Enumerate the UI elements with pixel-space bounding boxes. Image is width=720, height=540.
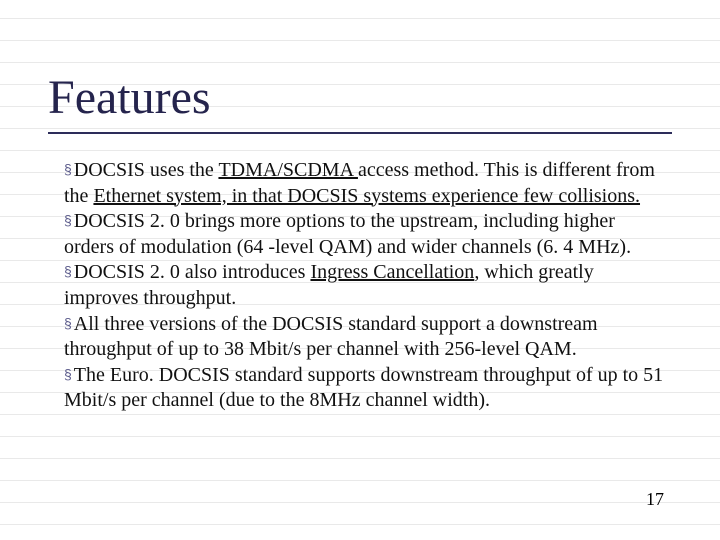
bullet-icon: § [64, 315, 72, 333]
bullet-1-link-b: Ethernet system, in that DOCSIS systems … [93, 185, 640, 207]
bullet-icon: § [64, 366, 72, 384]
bullet-icon: § [64, 263, 72, 281]
page-number: 17 [646, 489, 664, 510]
bullet-5-text: The Euro. DOCSIS standard supports downs… [64, 364, 663, 412]
bullet-1-text-a: DOCSIS uses the [74, 159, 219, 181]
slide-title: Features [48, 70, 211, 125]
bullet-1-link-a: TDMA/SCDMA [218, 159, 357, 181]
slide-body: §DOCSIS uses the TDMA/SCDMA access metho… [64, 158, 668, 414]
bullet-3-text-a: DOCSIS 2. 0 also introduces [74, 261, 311, 283]
title-underline [48, 132, 672, 134]
bullet-icon: § [64, 212, 72, 230]
bullet-icon: § [64, 161, 72, 179]
bullet-4-text: All three versions of the DOCSIS standar… [64, 313, 598, 361]
bullet-2-text: DOCSIS 2. 0 brings more options to the u… [64, 210, 631, 258]
bullet-3-link-a: Ingress Cancellation [310, 261, 474, 283]
